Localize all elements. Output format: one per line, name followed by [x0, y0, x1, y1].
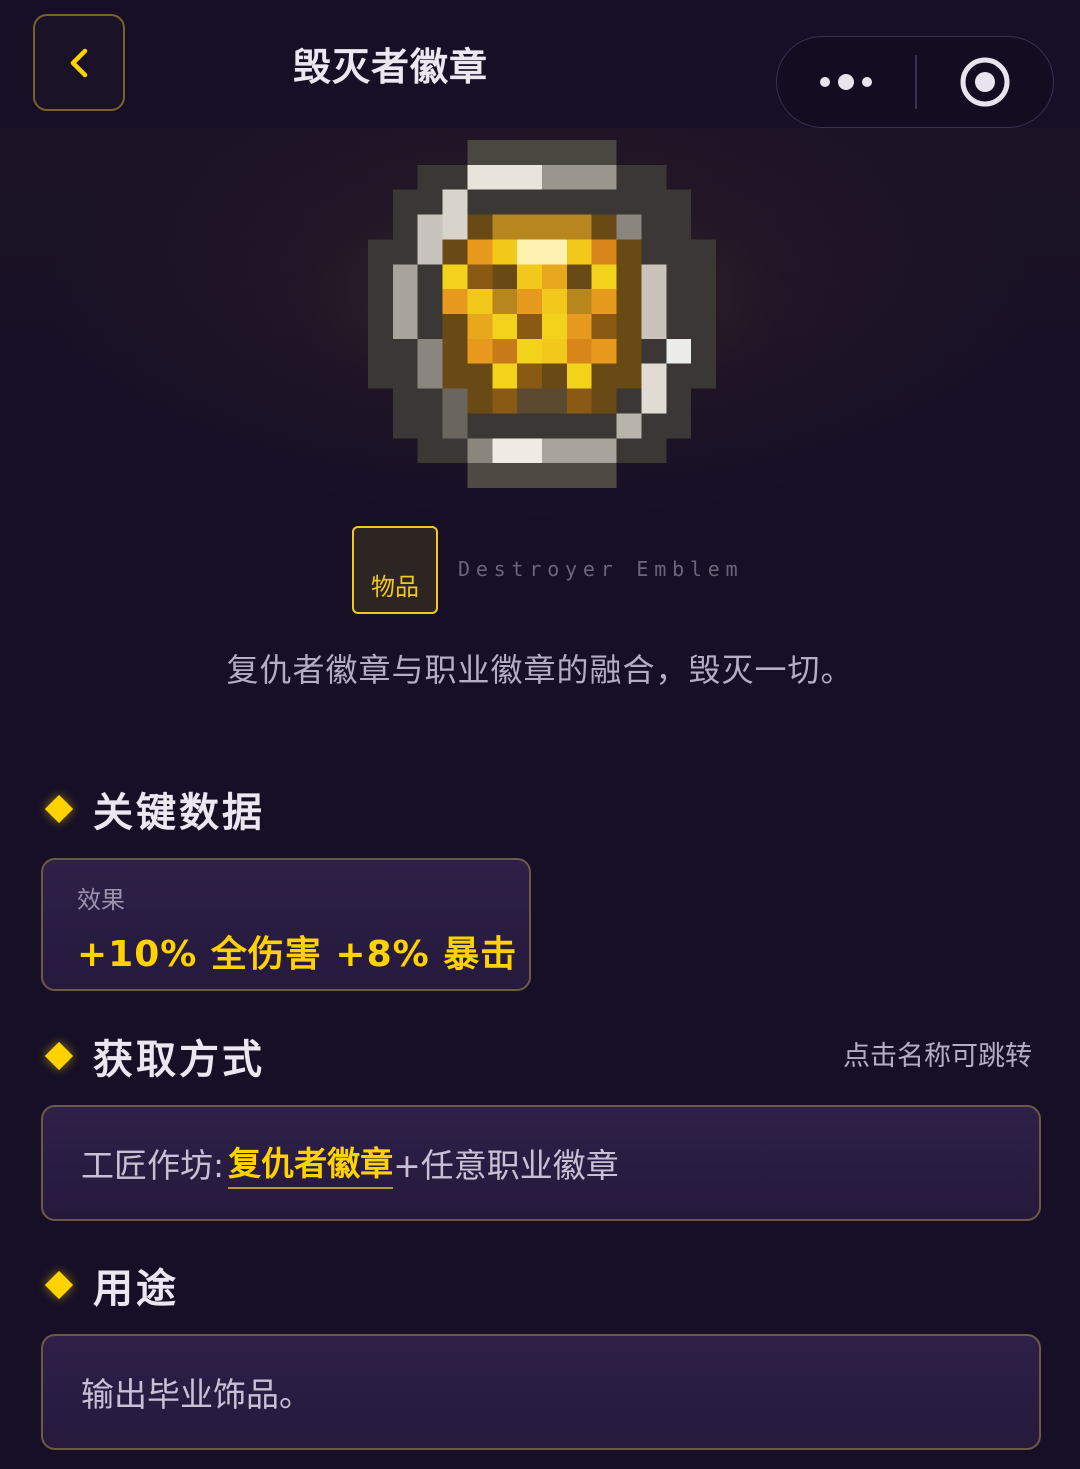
stat-label: 效果 — [77, 886, 125, 914]
acquisition-heading: 获取方式 — [44, 1027, 265, 1085]
section-title: 关键数据 — [93, 790, 265, 836]
key-data-heading: 关键数据 — [44, 780, 265, 838]
acquisition-card: 工匠作坊: 复仇者徽章 +任意职业徽章 — [41, 1105, 1041, 1221]
avenger-emblem-link[interactable]: 复仇者徽章 — [228, 1137, 394, 1189]
diamond-icon — [44, 794, 74, 824]
chevron-left-icon — [70, 48, 88, 77]
acquisition-suffix: +任意职业徽章 — [393, 1146, 619, 1185]
acquisition-prefix: 工匠作坊: — [81, 1146, 225, 1185]
section-title: 用途 — [93, 1266, 179, 1312]
usage-text: 输出毕业饰品。 — [81, 1375, 312, 1414]
diamond-icon — [44, 1041, 74, 1071]
target-circle-icon — [960, 57, 1010, 107]
jump-hint: 点击名称可跳转 — [843, 1041, 1032, 1072]
more-dots-icon — [820, 77, 830, 87]
stat-card: 效果 +10% 全伤害 +8% 暴击 — [41, 858, 531, 991]
mini-program-capsule — [776, 36, 1054, 128]
more-dots-icon-center — [838, 74, 854, 90]
diamond-icon — [44, 1270, 74, 1300]
item-description: 复仇者徽章与职业徽章的融合，毁灭一切。 — [226, 651, 854, 689]
stat-value: +10% 全伤害 +8% 暴击 — [77, 934, 518, 975]
usage-card: 输出毕业饰品。 — [41, 1334, 1041, 1450]
emblem-pixel-icon — [368, 140, 716, 488]
english-name: Destroyer Emblem — [458, 557, 744, 581]
usage-heading: 用途 — [44, 1256, 179, 1314]
section-title: 获取方式 — [93, 1037, 265, 1083]
close-button[interactable] — [917, 37, 1054, 127]
category-tag: 物品 — [352, 526, 438, 614]
more-dots-icon-right — [862, 77, 872, 87]
page-title: 毁灭者徽章 — [293, 45, 489, 89]
back-button[interactable] — [33, 14, 125, 111]
more-button[interactable] — [777, 37, 915, 127]
